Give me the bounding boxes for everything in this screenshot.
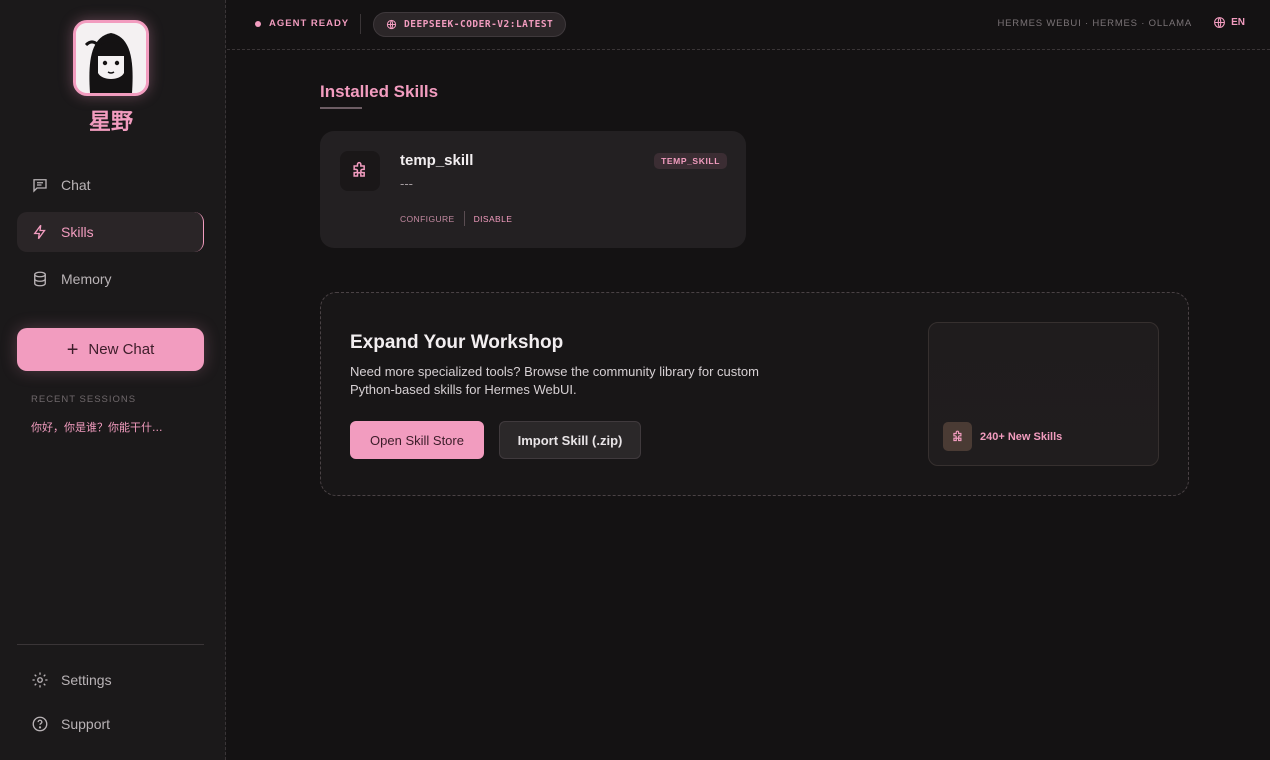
action-divider: [463, 211, 465, 226]
language-switcher[interactable]: EN: [1213, 16, 1245, 29]
globe-icon: [386, 19, 397, 30]
sidebar-item-support[interactable]: Support: [17, 704, 204, 744]
recent-session-item[interactable]: 你好，你是谁？你能干什...: [31, 419, 163, 435]
agent-status: AGENT READY: [255, 18, 349, 29]
new-skills-label: 240+ New Skills: [980, 430, 1063, 443]
sidebar-item-label: Skills: [61, 224, 94, 240]
workshop-title: Expand Your Workshop: [350, 332, 564, 353]
gear-icon: [32, 672, 48, 688]
workshop-description: Need more specialized tools? Browse the …: [350, 364, 759, 397]
breadcrumb: HERMES WEBUI · HERMES · OLLAMA: [997, 18, 1192, 29]
sidebar: 星野 Chat Skills Memory + New Chat RECENT …: [0, 0, 226, 760]
brand-name: 星野: [88, 110, 133, 135]
sidebar-item-chat[interactable]: Chat: [17, 165, 204, 205]
skill-store-preview[interactable]: 240+ New Skills: [928, 322, 1159, 466]
model-selector[interactable]: DEEPSEEK-CODER-V2:LATEST: [373, 12, 567, 37]
language-label: EN: [1231, 17, 1245, 28]
puzzle-icon: [943, 422, 972, 451]
sidebar-item-settings[interactable]: Settings: [17, 660, 204, 700]
help-circle-icon: [32, 716, 48, 732]
top-bar: AGENT READY DEEPSEEK-CODER-V2:LATEST HER…: [227, 0, 1270, 50]
sidebar-divider: [17, 644, 204, 645]
title-underline: [320, 107, 362, 109]
globe-icon: [1214, 17, 1226, 28]
chat-icon: [33, 179, 47, 193]
puzzle-icon: [340, 151, 380, 191]
avatar-illustration-icon: [76, 23, 146, 93]
sidebar-item-label: Support: [61, 716, 111, 732]
sidebar-item-memory[interactable]: Memory: [17, 259, 204, 299]
avatar[interactable]: [73, 20, 149, 96]
agent-status-label: AGENT READY: [269, 18, 350, 29]
skill-actions: CONFIGURE DISABLE: [400, 211, 512, 226]
sidebar-item-label: Memory: [61, 271, 112, 287]
skill-name: temp_skill: [400, 152, 474, 169]
disable-link[interactable]: DISABLE: [474, 214, 513, 224]
sidebar-item-label: Settings: [61, 672, 112, 688]
topbar-divider: [360, 14, 361, 34]
skill-tag-badge: TEMP_SKILL: [654, 153, 727, 169]
skill-card: temp_skill --- TEMP_SKILL CONFIGURE DISA…: [320, 131, 746, 248]
new-chat-label: New Chat: [88, 341, 155, 358]
status-dot-icon: [255, 20, 261, 27]
new-skills-badge: 240+ New Skills: [943, 422, 1062, 451]
recent-sessions-title: RECENT SESSIONS: [31, 394, 137, 405]
plus-icon: +: [66, 338, 79, 361]
database-icon: [34, 271, 46, 287]
bolt-icon: [33, 224, 46, 240]
configure-link[interactable]: CONFIGURE: [400, 214, 455, 224]
open-skill-store-button[interactable]: Open Skill Store: [350, 421, 484, 459]
model-name: DEEPSEEK-CODER-V2:LATEST: [404, 19, 554, 30]
skill-description: ---: [400, 176, 413, 191]
installed-skills-title: Installed Skills: [320, 82, 439, 101]
sidebar-item-skills[interactable]: Skills: [17, 212, 204, 252]
workshop-panel: Expand Your Workshop Need more specializ…: [320, 292, 1189, 496]
import-skill-button[interactable]: Import Skill (.zip): [499, 421, 641, 459]
new-chat-button[interactable]: + New Chat: [17, 328, 204, 371]
sidebar-item-label: Chat: [61, 177, 91, 193]
